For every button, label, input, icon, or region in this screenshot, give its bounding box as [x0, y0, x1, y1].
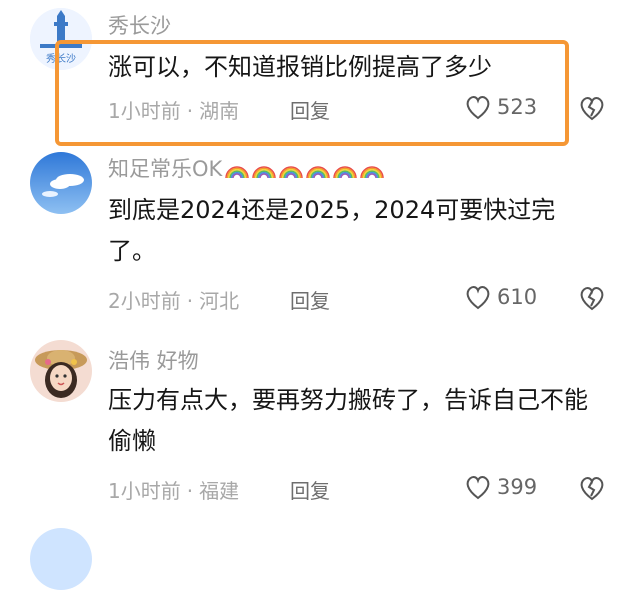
username-text: 知足常乐OK — [108, 157, 223, 181]
rainbow-emoji-group — [222, 157, 385, 181]
username[interactable]: 秀长沙 — [108, 10, 171, 40]
comment-location: 福建 — [199, 479, 240, 503]
reply-button[interactable]: 回复 — [290, 475, 330, 504]
highlight-box — [55, 40, 569, 146]
like-count: 399 — [497, 475, 538, 499]
avatar[interactable] — [30, 340, 92, 402]
rainbow-emoji-icon — [225, 166, 250, 179]
rainbow-emoji-icon — [360, 166, 385, 179]
like-button[interactable]: 399 — [464, 474, 537, 500]
avatar[interactable] — [30, 152, 92, 214]
comment-text: 压力有点大，要再努力搬砖了，告诉自己不能偷懒 — [108, 386, 588, 455]
comment-time: 2小时前 — [108, 289, 181, 313]
broken-heart-icon[interactable] — [578, 95, 606, 121]
rainbow-emoji-icon — [333, 166, 358, 179]
comment-location: 河北 — [199, 289, 240, 313]
comment-meta: 2小时前 · 河北 — [108, 285, 239, 314]
broken-heart-icon[interactable] — [578, 285, 606, 311]
comment-meta: 1小时前 · 福建 — [108, 475, 239, 504]
username[interactable]: 浩伟 好物 — [108, 345, 199, 375]
reply-button[interactable]: 回复 — [290, 285, 330, 314]
rainbow-emoji-icon — [306, 166, 331, 179]
like-button[interactable]: 610 — [464, 284, 537, 310]
rainbow-emoji-icon — [279, 166, 304, 179]
broken-heart-icon[interactable] — [578, 475, 606, 501]
meta-separator: · — [186, 289, 194, 313]
avatar[interactable] — [30, 528, 92, 590]
sky-avatar-icon — [30, 152, 92, 214]
meta-separator: · — [186, 479, 194, 503]
girl-avatar-icon — [30, 340, 92, 402]
like-count: 610 — [497, 285, 538, 309]
username[interactable]: 知足常乐OK — [108, 153, 385, 183]
rainbow-emoji-icon — [252, 166, 277, 179]
heart-outline-icon — [466, 476, 490, 500]
comment-time: 1小时前 — [108, 479, 181, 503]
comment-text: 到底是2024还是2025，2024可要快过完了。 — [108, 196, 556, 265]
heart-outline-icon — [466, 286, 490, 310]
